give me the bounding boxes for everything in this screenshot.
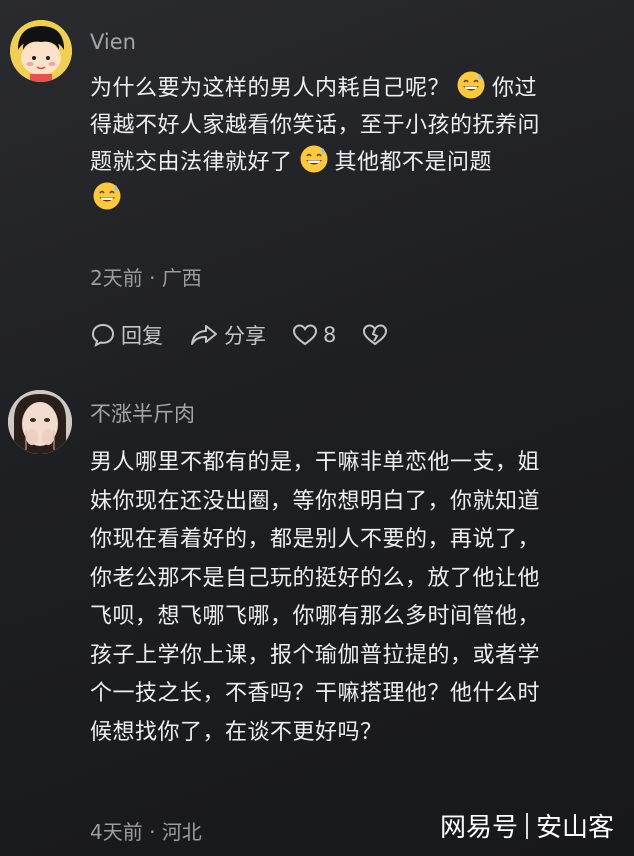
username[interactable]: 不涨半斤肉 (90, 398, 195, 428)
text-span: 得越不好人家越看你笑话，至于小孩的抚养问 (90, 113, 541, 138)
like-button[interactable]: 8 (292, 323, 336, 347)
comment-2: 不涨半斤肉 男人哪里不都有的是，干嘛非单恋他一支，姐 妹你现在还没出圈，等你想明… (0, 380, 634, 856)
text-span: 题就交由法律就好了 (90, 150, 293, 175)
cartoon-girl-avatar-icon (10, 20, 72, 82)
comment-line (90, 181, 540, 218)
share-button[interactable]: 分享 (189, 320, 266, 350)
watermark-brand: 网易号 (439, 813, 518, 843)
broken-heart-icon (363, 324, 388, 346)
watermark: 网易号 安山客 (440, 807, 614, 844)
text-span: 你过 (492, 76, 538, 101)
reply-bubble-icon (91, 323, 115, 347)
comment-line: 孩子上学你上课，报个瑜伽普拉提的，或者学 (90, 642, 541, 668)
meta-dot: · (149, 266, 156, 290)
grinning-sweat-emoji-icon (92, 181, 122, 211)
comment-1: Vien 为什么要为这样的男人内耗自己呢？ 你过 得越不好人家越看你笑话，至于小孩… (0, 0, 634, 360)
comment-meta: 4天前 · 河北 (90, 816, 202, 845)
comment-line: 题就交由法律就好了 其他都不是问题 (90, 144, 540, 181)
comment-line: 候想找你了，在谈不更好吗？ (90, 719, 383, 745)
comment-line: 妹你现在还没出圈，等你想明白了，你就知道 (90, 488, 541, 514)
share-arrow-icon (191, 325, 217, 345)
like-count: 8 (323, 323, 337, 347)
comment-line: 为什么要为这样的男人内耗自己呢？ 你过 (90, 70, 540, 107)
heart-icon (292, 324, 318, 346)
comment-text: 为什么要为这样的男人内耗自己呢？ 你过 得越不好人家越看你笑话，至于小孩的抚养问 … (90, 70, 540, 218)
comment-line: 你老公那不是自己玩的挺好的么，放了他让他 (90, 565, 541, 591)
grinning-sweat-emoji-icon (456, 70, 486, 100)
girl-photo-avatar-icon (8, 390, 72, 454)
comment-line: 男人哪里不都有的是，干嘛非单恋他一支，姐 (90, 450, 541, 475)
grinning-sweat-emoji-icon (299, 144, 329, 174)
reply-label: 回复 (121, 324, 163, 348)
username[interactable]: Vien (90, 30, 136, 54)
text-span: 其他都不是问题 (334, 150, 493, 175)
avatar[interactable] (8, 390, 72, 454)
comment-actions: 回复 分享 8 (90, 320, 414, 350)
location: 广西 (161, 266, 202, 290)
comment-line: 个一技之长，不香吗？干嘛搭理他？他什么时 (90, 681, 541, 706)
reply-button[interactable]: 回复 (90, 320, 163, 350)
watermark-author: 安山客 (535, 813, 614, 843)
avatar[interactable] (10, 20, 72, 82)
text-span: 为什么要为这样的男人内耗自己呢？ (90, 76, 451, 101)
meta-dot: · (149, 820, 156, 844)
comment-line: 你现在看着好的，都是别人不要的，再说了， (90, 527, 541, 552)
comment-text: 男人哪里不都有的是，干嘛非单恋他一支，姐 妹你现在还没出圈，等你想明白了，你就知… (90, 444, 540, 752)
location: 河北 (161, 820, 202, 844)
timestamp: 2天前 (90, 266, 143, 290)
comment-meta: 2天前 · 广西 (90, 262, 202, 291)
share-label: 分享 (224, 324, 266, 348)
timestamp: 4天前 (90, 820, 143, 844)
comment-line: 得越不好人家越看你笑话，至于小孩的抚养问 (90, 107, 540, 144)
comment-line: 飞呗，想飞哪飞哪，你哪有那么多时间管他， (90, 604, 541, 629)
dislike-button[interactable] (362, 323, 388, 347)
watermark-divider (525, 812, 528, 839)
